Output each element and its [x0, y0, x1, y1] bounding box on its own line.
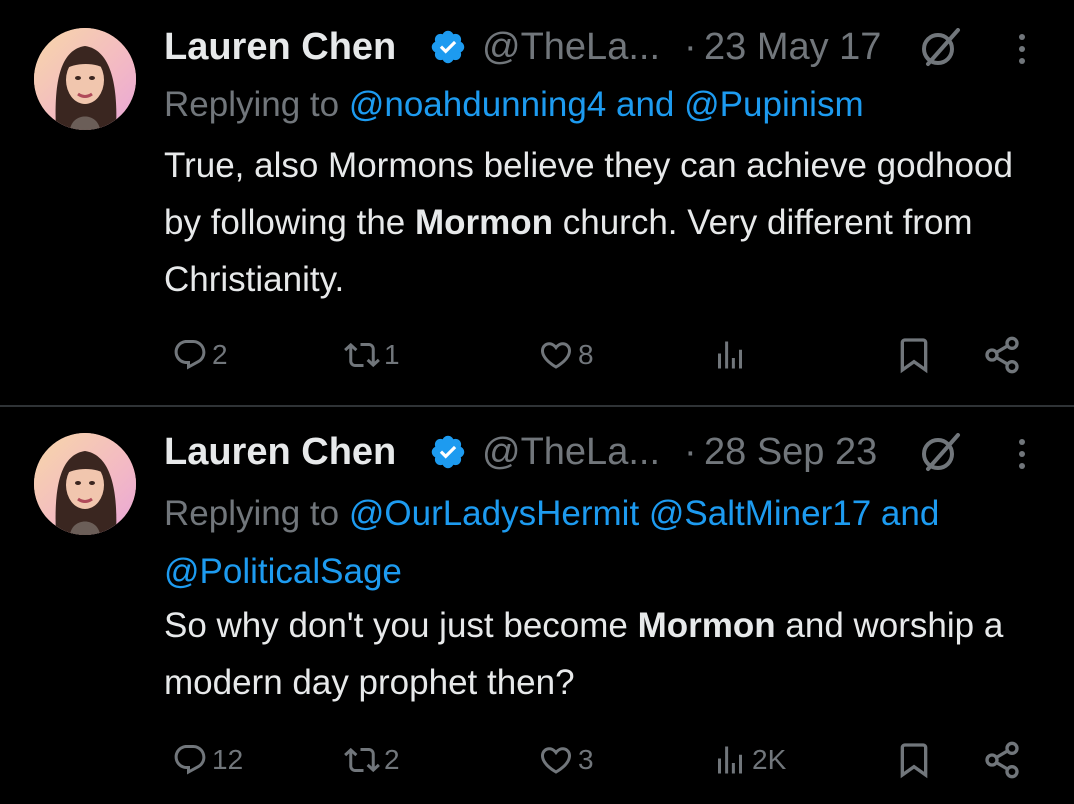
share-button[interactable]: [982, 735, 1022, 785]
tweet-header: Lauren Chen @TheLa... · 23 May 17: [164, 22, 1044, 72]
author-handle[interactable]: @TheLa...: [482, 431, 660, 474]
views-icon: [718, 341, 742, 369]
avatar[interactable]: [34, 433, 136, 535]
share-button[interactable]: [982, 330, 1022, 380]
reply-button[interactable]: 12: [172, 735, 243, 785]
retweet-icon: [344, 747, 380, 773]
author-handle[interactable]: @TheLa...: [482, 26, 660, 69]
tweet-date[interactable]: 23 May 17: [704, 26, 881, 69]
replying-to: Replying to @noahdunning4 and @Pupinism: [164, 82, 1044, 128]
mention-link[interactable]: @OurLadysHermit: [349, 494, 639, 533]
view-count: 2K: [752, 744, 787, 775]
tweet-text-bold: Mormon: [414, 203, 554, 242]
avatar[interactable]: [34, 28, 136, 130]
author-name[interactable]: Lauren Chen: [164, 431, 396, 474]
replying-to-label: Replying to: [164, 85, 340, 124]
share-icon: [985, 741, 1019, 779]
tweet-header: Lauren Chen @TheLa... · 28 Sep 23: [164, 427, 1044, 477]
mention-link[interactable]: @Pupinism: [684, 85, 863, 124]
verified-badge-icon: [431, 435, 465, 469]
tweet-text: True, also Mormons believe they can achi…: [164, 137, 1044, 308]
retweet-button[interactable]: 2: [344, 735, 400, 785]
like-button[interactable]: 8: [538, 330, 594, 380]
separator-dot: ·: [684, 431, 697, 473]
retweet-count: 2: [384, 744, 400, 775]
tweet-actions: 12 2 3 2K: [164, 735, 1044, 785]
share-icon: [985, 336, 1019, 374]
tweet-date[interactable]: 28 Sep 23: [704, 431, 877, 474]
tweet-text-bold: Mormon: [637, 606, 776, 645]
more-icon[interactable]: [1016, 437, 1028, 471]
replying-to-label: Replying to: [164, 494, 340, 533]
reply-button[interactable]: 2: [172, 330, 228, 380]
reply-icon: [174, 340, 206, 370]
like-count: 3: [578, 744, 594, 775]
mention-link[interactable]: @noahdunning4: [349, 85, 606, 124]
bookmark-icon: [900, 743, 928, 779]
mention-link[interactable]: @PoliticalSage: [164, 552, 402, 591]
like-count: 8: [578, 339, 594, 370]
bookmark-icon: [900, 338, 928, 374]
like-icon: [540, 747, 572, 774]
verified-badge-icon: [431, 30, 465, 64]
views-button[interactable]: [712, 330, 752, 380]
reply-count: 2: [212, 339, 228, 370]
separator-dot: ·: [684, 26, 697, 68]
edited-icon[interactable]: [918, 28, 962, 68]
retweet-icon: [344, 342, 380, 368]
mention-joiner: [639, 494, 649, 533]
bookmark-button[interactable]: [894, 735, 934, 785]
mention-joiner: and: [871, 494, 940, 533]
tweet-text: So why don't you just become Mormon and …: [164, 597, 1044, 711]
tweet[interactable]: Lauren Chen @TheLa... · 28 Sep 23 Replyi…: [0, 407, 1074, 804]
retweet-button[interactable]: 1: [344, 330, 400, 380]
reply-icon: [174, 745, 206, 775]
retweet-count: 1: [384, 339, 400, 370]
more-icon[interactable]: [1016, 32, 1028, 66]
replying-to: Replying to @OurLadysHermit @SaltMiner17…: [164, 485, 1044, 601]
mention-link[interactable]: @SaltMiner17: [649, 494, 871, 533]
edited-icon[interactable]: [918, 433, 962, 473]
avatar-image: [34, 28, 136, 130]
mention-joiner: and: [606, 85, 685, 124]
tweet[interactable]: Lauren Chen @TheLa... · 23 May 17 Replyi…: [0, 0, 1074, 406]
tweet-text-segment: So why don't you just become: [164, 606, 638, 645]
tweet-actions: 2 1 8: [164, 330, 1044, 380]
bookmark-button[interactable]: [894, 330, 934, 380]
avatar-image: [34, 433, 136, 535]
views-button[interactable]: 2K: [712, 735, 786, 785]
like-button[interactable]: 3: [538, 735, 594, 785]
reply-count: 12: [212, 744, 244, 775]
views-icon: [718, 746, 742, 774]
author-name[interactable]: Lauren Chen: [164, 26, 396, 69]
like-icon: [540, 342, 572, 369]
